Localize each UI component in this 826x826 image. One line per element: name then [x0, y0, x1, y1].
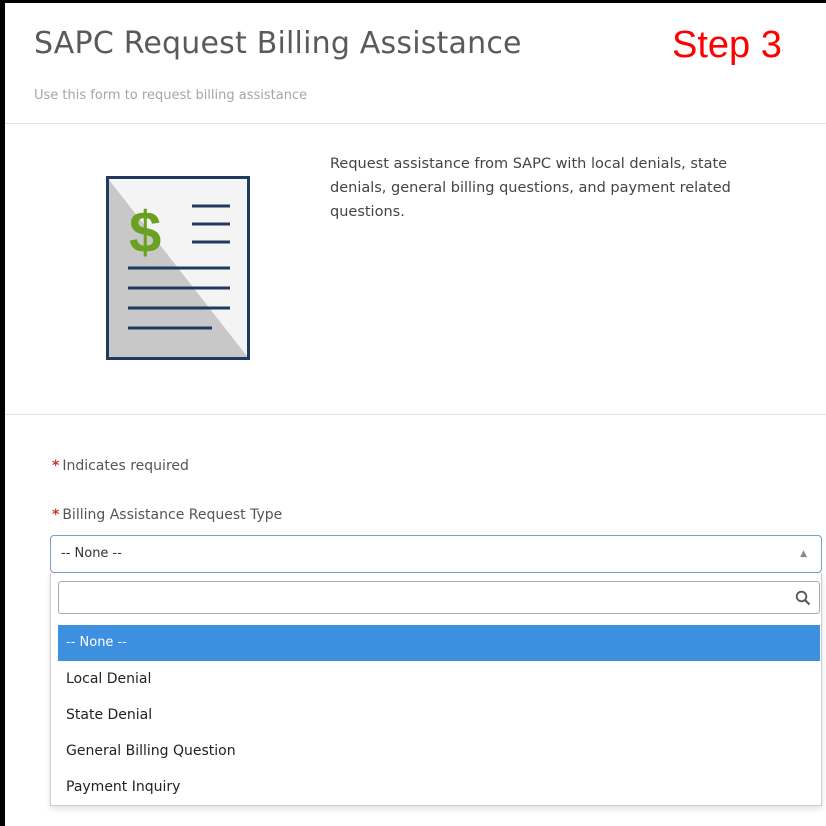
caret-up-icon[interactable]: ▲ [800, 549, 807, 559]
request-type-selected-value: -- None -- [61, 546, 122, 561]
search-icon [795, 590, 811, 606]
dropdown-search-input[interactable] [59, 582, 789, 613]
dropdown-option-none[interactable]: -- None -- [58, 625, 820, 661]
request-type-dropdown: -- None -- Local Denial State Denial Gen… [50, 573, 822, 806]
dropdown-option-state-denial[interactable]: State Denial [58, 697, 820, 733]
dropdown-option-payment-inquiry[interactable]: Payment Inquiry [58, 769, 820, 805]
page-title: SAPC Request Billing Assistance [34, 26, 522, 61]
billing-document-dollar-icon: $ [106, 176, 250, 360]
form-description: Request assistance from SAPC with local … [330, 156, 731, 220]
request-type-label-text: Billing Assistance Request Type [62, 507, 283, 523]
dropdown-option-local-denial[interactable]: Local Denial [58, 661, 820, 697]
required-asterisk: * [52, 507, 60, 523]
screenshot-border-top [0, 0, 826, 3]
dropdown-option-general-billing-question[interactable]: General Billing Question [58, 733, 820, 769]
required-asterisk: * [52, 458, 60, 474]
page-subtitle: Use this form to request billing assista… [34, 88, 308, 103]
required-note-text: Indicates required [62, 458, 189, 474]
required-indicator-note: * Indicates required [52, 458, 189, 474]
header-divider [5, 123, 826, 124]
intro-divider [5, 414, 826, 415]
request-type-label: * Billing Assistance Request Type [52, 507, 282, 523]
svg-text:$: $ [129, 200, 161, 265]
dropdown-options-list: -- None -- Local Denial State Denial Gen… [58, 625, 820, 805]
dropdown-search-box[interactable] [58, 581, 820, 614]
step-annotation: Step 3 [672, 24, 782, 66]
request-type-select[interactable]: -- None -- ▲ [50, 535, 822, 573]
